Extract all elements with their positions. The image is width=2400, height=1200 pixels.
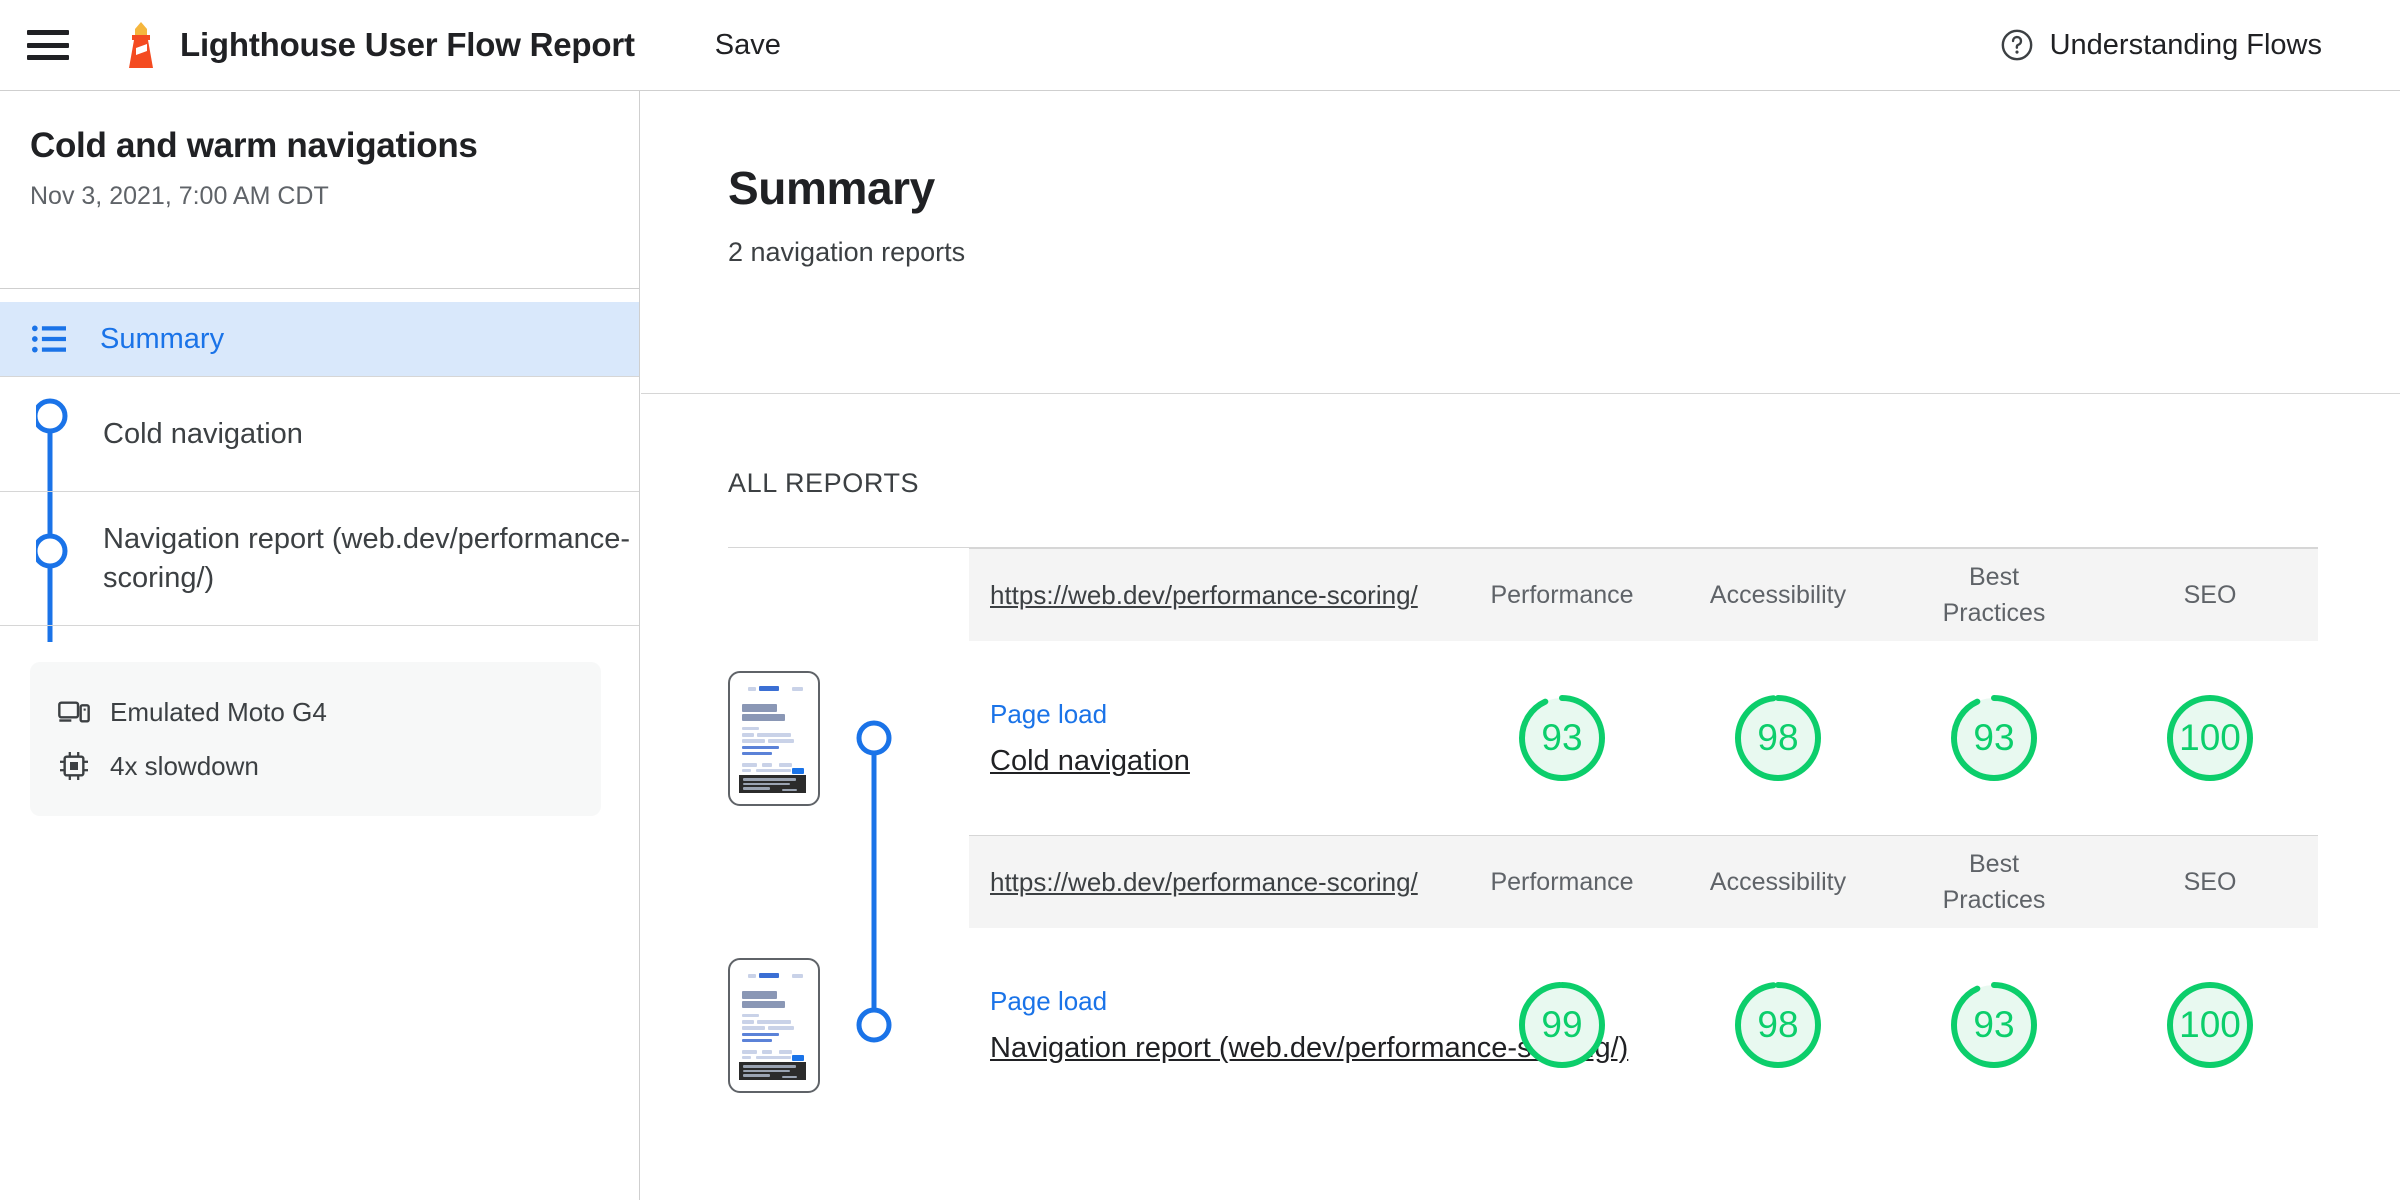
score-gauge[interactable]: 99: [1516, 979, 1608, 1071]
score-cell: 99: [1454, 979, 1670, 1071]
category-header: Best Practices: [1942, 849, 2046, 914]
score-value: 93: [1541, 717, 1583, 758]
score-value: 98: [1757, 1004, 1799, 1045]
report-row: Page load Cold navigation 93 98 93 100: [969, 641, 2318, 835]
sidebar: Cold and warm navigations Nov 3, 2021, 7…: [0, 91, 640, 1200]
report-thumbnail[interactable]: [728, 670, 820, 806]
device-info-row-emulation: Emulated Moto G4: [58, 688, 573, 736]
score-value: 99: [1541, 1004, 1583, 1045]
report-url-link[interactable]: https://web.dev/performance-scoring/: [969, 867, 1454, 898]
page-subtitle: 2 navigation reports: [728, 237, 966, 267]
category-header: Best Practices: [1942, 562, 2046, 627]
score-gauge[interactable]: 93: [1948, 692, 2040, 784]
device-emulation-icon: [58, 701, 90, 723]
report-labels: Page load Navigation report (web.dev/per…: [969, 985, 1628, 1065]
flow-timestamp: Nov 3, 2021, 7:00 AM CDT: [30, 182, 329, 210]
score-cell: 93: [1454, 692, 1670, 784]
main-timeline-rail: [856, 720, 892, 1043]
report-name-link[interactable]: Cold navigation: [990, 745, 1454, 778]
category-header: SEO: [2183, 580, 2237, 609]
score-value: 100: [2179, 717, 2241, 758]
thumbnail-page-render: [736, 681, 812, 796]
sidebar-item-step-0[interactable]: Cold navigation: [0, 377, 639, 492]
device-info-label: 4x slowdown: [110, 750, 259, 781]
score-gauge[interactable]: 93: [1948, 979, 2040, 1071]
thumbnail-page-render: [736, 968, 812, 1083]
score-value: 93: [1973, 717, 2015, 758]
score-cell: 100: [2102, 979, 2318, 1071]
category-header: Accessibility: [1709, 867, 1847, 896]
report-row: Page load Navigation report (web.dev/per…: [969, 928, 2318, 1122]
reports-table: https://web.dev/performance-scoring/ Per…: [728, 548, 2318, 1122]
category-header: Performance: [1490, 867, 1634, 896]
score-cell: 100: [2102, 692, 2318, 784]
understanding-flows-label: Understanding Flows: [2049, 28, 2322, 61]
hamburger-menu-icon[interactable]: [27, 30, 69, 60]
sidebar-step-label: Cold navigation: [103, 417, 303, 450]
app-title: Lighthouse User Flow Report: [180, 26, 635, 63]
all-reports-label: ALL REPORTS: [728, 468, 920, 498]
score-value: 100: [2179, 1004, 2241, 1045]
device-info-row-throttling: 4x slowdown: [58, 742, 573, 790]
report-header-row: https://web.dev/performance-scoring/ Per…: [969, 835, 2318, 928]
device-info-box: Emulated Moto G4 4x slowdown: [30, 662, 601, 816]
sidebar-item-summary-label: Summary: [100, 322, 225, 355]
report-header-row: https://web.dev/performance-scoring/ Per…: [969, 548, 2318, 641]
score-cell: 93: [1886, 979, 2102, 1071]
report-kind: Page load: [990, 985, 1108, 1016]
score-cell: 93: [1886, 692, 2102, 784]
sidebar-step-label: Navigation report (web.dev/performance-s…: [103, 522, 631, 594]
understanding-flows-link[interactable]: Understanding Flows: [2000, 28, 2322, 62]
score-cell: 98: [1670, 692, 1886, 784]
cpu-chip-icon: [60, 752, 88, 780]
report-labels: Page load Cold navigation: [969, 699, 1454, 778]
flow-title: Cold and warm navigations: [30, 126, 478, 165]
report-kind: Page load: [990, 698, 1108, 729]
category-header: Performance: [1490, 580, 1634, 609]
lighthouse-logo: [129, 22, 153, 68]
category-header: Accessibility: [1709, 580, 1847, 609]
report-name-link[interactable]: Navigation report (web.dev/performance-s…: [990, 1032, 1628, 1065]
sidebar-item-step-1[interactable]: Navigation report (web.dev/performance-s…: [0, 492, 639, 626]
flow-header: Cold and warm navigations Nov 3, 2021, 7…: [0, 91, 639, 289]
report-thumbnail[interactable]: [728, 957, 820, 1093]
score-value: 93: [1973, 1004, 2015, 1045]
sidebar-item-summary[interactable]: Summary: [0, 302, 639, 377]
save-button[interactable]: Save: [715, 29, 781, 62]
score-value: 98: [1757, 717, 1799, 758]
report-url-link[interactable]: https://web.dev/performance-scoring/: [969, 580, 1454, 611]
score-gauge[interactable]: 100: [2164, 979, 2256, 1071]
category-header: SEO: [2183, 867, 2237, 896]
score-gauge[interactable]: 98: [1732, 979, 1824, 1071]
score-gauge[interactable]: 98: [1732, 692, 1824, 784]
help-circle-icon: [2001, 29, 2032, 61]
summary-header: Summary 2 navigation reports: [641, 91, 2400, 394]
score-gauge[interactable]: 93: [1516, 692, 1608, 784]
device-info-label: Emulated Moto G4: [110, 696, 327, 727]
list-icon: [32, 325, 66, 353]
top-app-bar: Lighthouse User Flow Report Save Underst…: [0, 0, 2400, 91]
main-content: Summary 2 navigation reports ALL REPORTS…: [641, 91, 2400, 1200]
score-gauge[interactable]: 100: [2164, 692, 2256, 784]
page-title: Summary: [728, 162, 935, 214]
score-cell: 98: [1670, 979, 1886, 1071]
